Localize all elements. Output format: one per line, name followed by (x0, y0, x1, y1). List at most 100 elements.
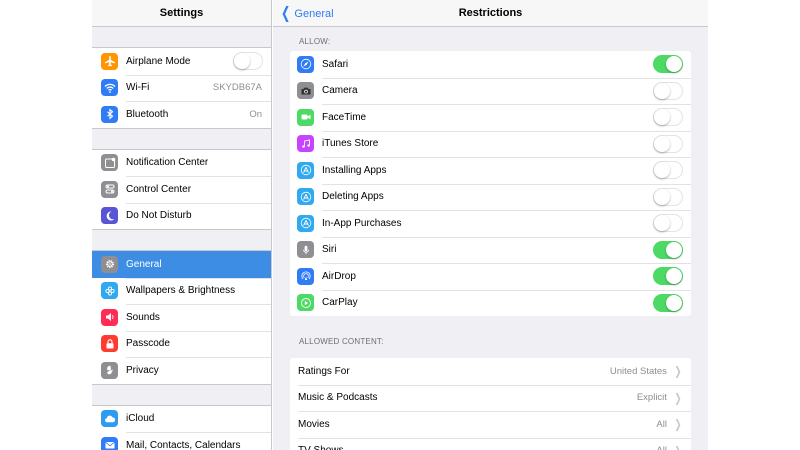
airplane-mode-toggle[interactable] (233, 52, 263, 71)
sidebar-item-privacy[interactable]: Privacy (92, 357, 271, 384)
content-row-movies[interactable]: Movies All ❯ (290, 411, 691, 438)
in-app-purchases-toggle[interactable] (653, 214, 683, 233)
sidebar-item-notification-center[interactable]: Notification Center (92, 150, 271, 177)
notification-center-icon (101, 154, 118, 172)
allow-row-label: FaceTime (322, 111, 367, 123)
allow-row-label: Safari (322, 58, 349, 70)
content-row-label: TV Shows (298, 445, 656, 450)
airdrop-icon (297, 267, 314, 285)
sidebar-item-label: Passcode (126, 338, 170, 350)
sidebar-item-general[interactable]: General (92, 251, 271, 278)
carplay-icon (297, 294, 314, 312)
speaker-icon (101, 308, 118, 326)
camera-toggle[interactable] (653, 81, 683, 100)
switch-knob (654, 82, 670, 99)
content-row-label: Movies (298, 418, 330, 430)
content-row-label: Ratings For (298, 365, 350, 377)
sidebar-item-mail-contacts-calendars[interactable]: Mail, Contacts, Calendars (92, 432, 271, 450)
sidebar-item-bluetooth[interactable]: Bluetooth On (92, 101, 271, 128)
sidebar-group: Airplane Mode Wi-Fi SKYDB67A Bluetooth On (92, 47, 271, 129)
sidebar-item-passcode[interactable]: Passcode (92, 330, 271, 358)
sidebar-item-label: Bluetooth (126, 108, 169, 120)
switch-knob (654, 215, 670, 232)
allow-row-installing-apps: Installing Apps (290, 157, 691, 184)
settings-sidebar: Settings Airplane Mode Wi-Fi SKYDB67A Bluet… (92, 0, 272, 450)
sidebar-item-label: Sounds (126, 311, 160, 323)
content-row-music-podcasts[interactable]: Music & Podcasts Explicit ❯ (290, 384, 691, 412)
sidebar-item-sounds[interactable]: Sounds (92, 304, 271, 331)
sidebar-group: General Wallpapers & Brightness Sounds Pass… (92, 250, 271, 385)
chevron-right-icon: ❯ (674, 417, 682, 432)
chevron-right-icon: ❯ (674, 444, 681, 450)
sidebar-item-do-not-disturb[interactable]: Do Not Disturb (92, 202, 271, 230)
allow-row-siri: Siri (290, 236, 691, 264)
allow-row-itunes-store: iTunes Store (290, 130, 691, 158)
sidebar-item-label: Wi-Fi (126, 82, 150, 94)
switch-knob (654, 162, 670, 179)
switch-knob (654, 109, 670, 126)
content-row-tv-shows[interactable]: TV ShowsAll ❯ (290, 437, 691, 450)
cloud-icon (101, 410, 118, 428)
switch-knob (666, 268, 682, 285)
allow-row-camera: Camera (290, 77, 691, 105)
allow-row-label: In-App Purchases (322, 217, 402, 229)
switch-knob (666, 294, 682, 311)
allow-row-label: Camera (322, 85, 358, 97)
chevron-right-icon: ❯ (674, 390, 682, 405)
installing-apps-toggle[interactable] (653, 161, 683, 180)
sidebar-item-icloud[interactable]: iCloud (92, 406, 271, 433)
safari-toggle[interactable] (653, 55, 683, 74)
bluetooth-icon (101, 105, 118, 123)
sidebar-item-wi-fi[interactable]: Wi-Fi SKYDB67A (92, 74, 271, 102)
switch-knob (234, 53, 250, 70)
sidebar-item-control-center[interactable]: Control Center (92, 176, 271, 203)
facetime-toggle[interactable] (653, 108, 683, 127)
content-row-label: Music & Podcasts (298, 392, 378, 404)
deleting-apps-toggle[interactable] (653, 187, 683, 206)
content-row-value: Explicit (636, 392, 667, 404)
itunes-store-toggle[interactable] (653, 134, 683, 153)
allow-row-safari: Safari (290, 51, 691, 78)
switch-knob (666, 241, 682, 258)
hand-icon (101, 361, 118, 379)
back-button[interactable]: ❮ General (279, 0, 334, 27)
allow-row-label: CarPlay (322, 297, 358, 309)
sidebar-item-label: Notification Center (126, 157, 209, 169)
allowed-content-table: Ratings For United States ❯ Music & Podcast… (290, 358, 691, 450)
allowed-content-header: ALLOWED CONTENT: (299, 337, 384, 346)
sidebar-item-value: On (249, 108, 262, 120)
sidebar-group: iCloud Mail, Contacts, Calendars (92, 404, 271, 450)
control-center-icon (101, 180, 118, 198)
mail-icon (101, 436, 118, 450)
content-row-value: All (656, 418, 667, 430)
allow-row-label: iTunes Store (322, 138, 379, 150)
microphone-icon (297, 241, 314, 259)
switch-knob (654, 188, 670, 205)
sidebar-item-label: iCloud (126, 413, 155, 425)
carplay-toggle[interactable] (653, 293, 683, 312)
sidebar-title: Settings (92, 0, 271, 27)
sidebar-item-label: Privacy (126, 364, 159, 376)
sidebar-item-value: SKYDB67A (212, 82, 262, 94)
gear-icon (101, 255, 118, 273)
content-row-ratings-for[interactable]: Ratings For United States ❯ (290, 358, 691, 385)
back-button-label: General (294, 7, 334, 20)
sidebar-item-wallpapers-brightness[interactable]: Wallpapers & Brightness (92, 277, 271, 305)
safari-icon (297, 55, 314, 73)
allow-row-label: Siri (322, 244, 337, 256)
allow-row-in-app-purchases: In-App Purchases (290, 210, 691, 237)
sidebar-groups: Airplane Mode Wi-Fi SKYDB67A Bluetooth On Not… (92, 27, 271, 450)
restrictions-panel: ❮ General Restrictions ALLOW: Safari Came… (273, 0, 708, 450)
content-row-value: All (656, 445, 667, 450)
sidebar-item-airplane-mode[interactable]: Airplane Mode (92, 48, 271, 75)
restrictions-navbar: ❮ General Restrictions (273, 0, 708, 27)
allow-row-facetime: FaceTime (290, 104, 691, 131)
airdrop-toggle[interactable] (653, 267, 683, 286)
wallpaper-icon (101, 282, 118, 300)
sidebar-item-label: Wallpapers & Brightness (126, 285, 236, 297)
wifi-icon (101, 79, 118, 97)
allow-row-airdrop: AirDrop (290, 263, 691, 290)
siri-toggle[interactable] (653, 240, 683, 259)
